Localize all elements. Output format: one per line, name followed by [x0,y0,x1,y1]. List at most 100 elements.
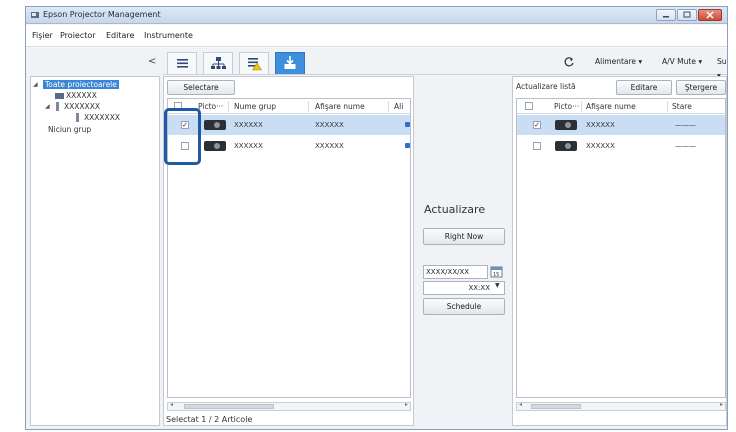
minimize-icon [663,16,669,18]
row-display-name: XXXXXX [586,121,615,129]
projector-icon [555,120,577,130]
window-title: Epson Projector Management [43,10,161,19]
app-icon [31,12,39,18]
tab-list-view[interactable] [167,52,197,74]
minimize-button[interactable] [656,9,676,21]
projector-icon [204,120,226,130]
calendar-icon: 15 [490,266,503,278]
col-icon[interactable]: Picto··· [554,102,579,111]
scrollbar-thumb[interactable] [184,404,274,409]
edit-button[interactable]: Editare [616,80,672,95]
horizontal-scrollbar[interactable]: ◂ ▸ [167,401,411,411]
col-divider [581,101,582,112]
projector-tree: ◢ Toate proiectoarele XXXXXX ◢ XXXXXXX X… [30,76,160,426]
delete-button[interactable]: Ştergere [676,80,726,95]
network-icon [211,57,226,69]
group-icon [76,113,79,122]
projector-icon [555,141,577,151]
tab-alerts-view[interactable] [239,52,269,74]
close-button[interactable] [698,9,722,21]
scroll-left-icon[interactable]: ◂ [519,401,522,408]
col-extra[interactable]: Ali [394,102,403,111]
expand-toggle-icon[interactable]: ◢ [45,103,50,110]
grid-header: Picto··· Afişare nume Stare [517,99,725,114]
row-display-name: XXXXXX [586,142,615,150]
col-divider [308,101,309,112]
col-group-name[interactable]: Nume grup [234,102,276,111]
table-row[interactable]: XXXXXX ——— [517,136,725,156]
row-group-name: XXXXXX [234,142,263,150]
app-window: Epson Projector Management Fişier Proiec… [25,6,728,430]
tree-group-item[interactable]: XXXXXXX [64,102,100,111]
date-field[interactable]: XXXX/XX/XX [423,265,488,279]
sursa-menu-button[interactable]: Sursă ▾ [712,54,727,80]
col-icon[interactable]: Picto··· [198,102,223,111]
col-state[interactable]: Stare [672,102,692,111]
col-display-name[interactable]: Afişare nume [315,102,365,111]
status-icon [405,122,410,127]
tree-projector-item[interactable]: XXXXXX [66,91,97,100]
svg-text:15: 15 [493,272,499,278]
select-button[interactable]: Selectare [167,80,235,95]
menu-bar: Fişier Proiector Editare Instrumente [26,25,727,47]
table-row[interactable]: ✓ XXXXXX XXXXXX [168,115,410,135]
maximize-icon [683,11,691,18]
tab-group-view[interactable] [203,52,233,74]
table-row[interactable]: ✓ XXXXXX ——— [517,115,725,135]
col-divider [667,101,668,112]
group-icon [56,102,59,111]
menu-fisier[interactable]: Fişier [32,31,53,40]
projector-grid: Picto··· Nume grup Afişare nume Ali ✓ XX… [167,98,411,398]
checkbox-highlight-callout [164,108,201,165]
tree-no-group[interactable]: Niciun grup [48,125,91,134]
download-icon [284,56,296,69]
right-now-button[interactable]: Right Now [423,228,505,245]
main-content: < Alimentare ▾ A/V Mute ▾ Sursă ▾ ◢ [26,48,727,429]
menu-instrumente[interactable]: Instrumente [144,31,193,40]
row-display-name: XXXXXX [315,121,344,129]
status-bar: Selectat 1 / 2 Articole [166,415,252,424]
col-divider [388,101,389,112]
refresh-button[interactable] [563,56,575,70]
alimentare-menu-button[interactable]: Alimentare ▾ [590,54,647,70]
maximize-button[interactable] [677,9,697,21]
menu-proiector[interactable]: Proiector [60,31,96,40]
select-all-checkbox[interactable] [525,102,533,110]
row-state: ——— [675,121,696,129]
view-toolbar: Alimentare ▾ A/V Mute ▾ Sursă ▾ [163,48,727,80]
tree-all-projectors[interactable]: Toate proiectoarele [43,80,119,89]
schedule-button[interactable]: Schedule [423,298,505,315]
av-mute-menu-button[interactable]: A/V Mute ▾ [657,54,707,70]
scroll-right-icon[interactable]: ▸ [405,401,408,408]
expand-toggle-icon[interactable]: ◢ [33,81,38,88]
collapse-sidebar-button[interactable]: < [148,56,156,67]
status-icon [405,143,410,148]
col-display-name[interactable]: Afişare nume [586,102,636,111]
time-dropdown-icon[interactable]: ▼ [495,282,500,289]
close-icon [706,11,714,19]
tab-update-view[interactable] [275,52,305,74]
update-list-label: Actualizare listă [516,82,576,91]
row-checkbox[interactable] [533,142,541,150]
row-checkbox[interactable]: ✓ [533,121,541,129]
scroll-left-icon[interactable]: ◂ [170,401,173,408]
update-list-grid: Picto··· Afişare nume Stare ✓ XXXXXX ———… [516,98,726,398]
time-field[interactable]: XX:XX [423,281,505,295]
horizontal-scrollbar[interactable]: ◂ ▸ [516,401,726,411]
projector-icon [204,141,226,151]
scrollbar-thumb[interactable] [531,404,581,409]
tree-subgroup-item[interactable]: XXXXXXX [84,113,120,122]
calendar-button[interactable]: 15 [490,265,503,280]
row-display-name: XXXXXX [315,142,344,150]
list-icon [177,59,188,68]
table-row[interactable]: XXXXXX XXXXXX [168,136,410,156]
row-state: ——— [675,142,696,150]
refresh-icon [564,57,574,67]
sidebar-toolbar: < [26,48,162,75]
status-suffix: Articole [221,415,253,424]
update-list-panel: Actualizare listă Editare Ştergere Picto… [512,76,727,426]
scroll-right-icon[interactable]: ▸ [720,401,723,408]
menu-editare[interactable]: Editare [106,31,134,40]
grid-header: Picto··· Nume grup Afişare nume Ali [168,99,410,114]
row-group-name: XXXXXX [234,121,263,129]
